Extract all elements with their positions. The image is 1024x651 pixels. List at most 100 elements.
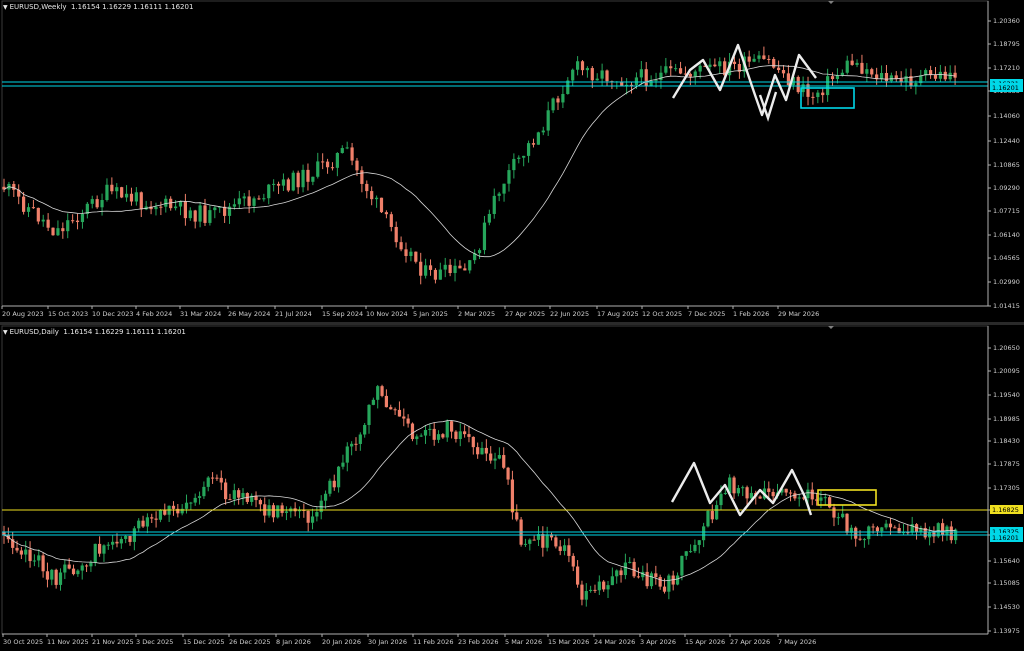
candle-body bbox=[276, 183, 281, 186]
candle-body bbox=[845, 513, 849, 533]
candle-body bbox=[771, 491, 775, 497]
candle-body bbox=[325, 161, 330, 168]
candle-body bbox=[241, 493, 245, 498]
candle-body bbox=[445, 421, 449, 438]
candle-body bbox=[178, 201, 183, 207]
date-tick-label: 29 Mar 2026 bbox=[778, 310, 819, 318]
candle-body bbox=[674, 68, 678, 70]
candle-body bbox=[129, 193, 134, 202]
candle-body bbox=[662, 586, 667, 592]
candle-body bbox=[71, 568, 76, 575]
candle-body bbox=[628, 561, 632, 563]
candle-body bbox=[171, 505, 176, 509]
price-tick-label: 1.20360 bbox=[993, 17, 1020, 25]
candle-body bbox=[536, 132, 540, 145]
candle-body bbox=[393, 409, 397, 411]
candle-body bbox=[745, 487, 749, 499]
candle-body bbox=[389, 407, 393, 410]
candle-body bbox=[736, 488, 740, 494]
candle-body bbox=[306, 510, 310, 523]
date-tick-label: 11 Feb 2026 bbox=[413, 638, 453, 646]
candle-body bbox=[948, 72, 952, 80]
weekly-ohlc-readout: 1.16154 1.16229 1.16111 1.16201 bbox=[70, 3, 194, 11]
candle-body bbox=[567, 545, 571, 556]
candle-body bbox=[936, 523, 940, 537]
candle-body bbox=[428, 428, 432, 430]
weekly-chart-canvas[interactable]: 1.203601.187951.172101.156351.140601.124… bbox=[0, 0, 1024, 322]
date-tick-label: 11 Nov 2025 bbox=[47, 638, 89, 646]
date-tick-label: 4 Feb 2024 bbox=[136, 310, 172, 318]
candle-body bbox=[636, 576, 641, 578]
date-tick-label: 15 Mar 2026 bbox=[548, 638, 589, 646]
candle-body bbox=[576, 566, 580, 585]
weekly-chart-pane[interactable]: 1.203601.187951.172101.156351.140601.124… bbox=[0, 0, 1024, 322]
candle-body bbox=[684, 551, 688, 556]
candle-body bbox=[119, 538, 123, 544]
candle-body bbox=[374, 197, 379, 200]
candle-body bbox=[345, 446, 349, 463]
weekly-symbol-label: EURUSD,Weekly bbox=[9, 3, 67, 11]
candle-body bbox=[482, 222, 487, 251]
candle-body bbox=[741, 487, 745, 489]
triangle-down-icon: ▼ bbox=[3, 4, 8, 11]
candle-body bbox=[941, 523, 945, 536]
candle-body bbox=[271, 505, 276, 518]
candle-body bbox=[330, 167, 335, 169]
candle-body bbox=[95, 199, 99, 208]
candle-body bbox=[358, 434, 362, 444]
daily-chart-canvas[interactable]: 1.20650 1.20095 1.19540 1.18985 1.18430 1.178… bbox=[0, 325, 1024, 651]
candle-body bbox=[506, 467, 510, 480]
date-tick-label: 26 May 2024 bbox=[228, 310, 270, 318]
candle-body bbox=[659, 72, 663, 81]
candle-body bbox=[639, 69, 643, 78]
candle-body bbox=[26, 207, 31, 212]
candle-body bbox=[402, 416, 406, 419]
candle-body bbox=[649, 573, 654, 587]
candle-body bbox=[80, 565, 84, 571]
candle-body bbox=[781, 70, 786, 74]
daily-chart-pane[interactable]: 1.20650 1.20095 1.19540 1.18985 1.18430 1.178… bbox=[0, 325, 1024, 651]
candle-body bbox=[580, 584, 584, 600]
candle-body bbox=[389, 214, 393, 227]
candle-body bbox=[419, 435, 423, 437]
weekly-chart-header: ▼ EURUSD,Weekly 1.16154 1.16229 1.16111 1… bbox=[3, 3, 193, 11]
candle-body bbox=[311, 176, 315, 182]
candle-body bbox=[832, 507, 836, 518]
candle-body bbox=[206, 477, 210, 487]
candle-body bbox=[458, 265, 462, 269]
price-tick-label: 1.17210 bbox=[993, 64, 1020, 72]
candle-body bbox=[419, 261, 423, 276]
candle-body bbox=[232, 490, 236, 500]
price-tick-label: 1.19540 bbox=[993, 391, 1020, 399]
daily-ohlc-readout: 1.16154 1.16229 1.16111 1.16201 bbox=[63, 328, 186, 336]
candle-body bbox=[188, 210, 192, 219]
candle-body bbox=[137, 520, 141, 529]
candle-body bbox=[367, 404, 371, 425]
candle-body bbox=[811, 96, 815, 98]
candle-body bbox=[493, 458, 497, 461]
candle-body bbox=[523, 543, 528, 545]
candle-body bbox=[272, 183, 276, 185]
date-tick-label: 21 Jul 2024 bbox=[275, 310, 312, 318]
candle-body bbox=[105, 184, 109, 201]
candle-body bbox=[110, 184, 114, 192]
candle-body bbox=[706, 510, 710, 527]
candle-body bbox=[409, 251, 413, 256]
candle-body bbox=[610, 576, 614, 586]
price-tick-label: 1.18985 bbox=[993, 415, 1020, 423]
candle-body bbox=[315, 512, 319, 517]
candle-body bbox=[208, 210, 212, 223]
candle-body bbox=[115, 541, 119, 544]
date-tick-label: 27 Apr 2026 bbox=[730, 638, 770, 646]
candle-body bbox=[747, 56, 751, 62]
candle-body bbox=[84, 565, 89, 567]
candle-body bbox=[257, 198, 261, 200]
candle-body bbox=[667, 575, 671, 592]
candle-body bbox=[145, 517, 149, 527]
candle-body bbox=[562, 545, 567, 551]
candle-body bbox=[702, 526, 706, 541]
candle-body bbox=[576, 61, 580, 70]
candle-body bbox=[517, 157, 521, 159]
candle-body bbox=[593, 589, 597, 591]
candle-body bbox=[871, 526, 875, 528]
